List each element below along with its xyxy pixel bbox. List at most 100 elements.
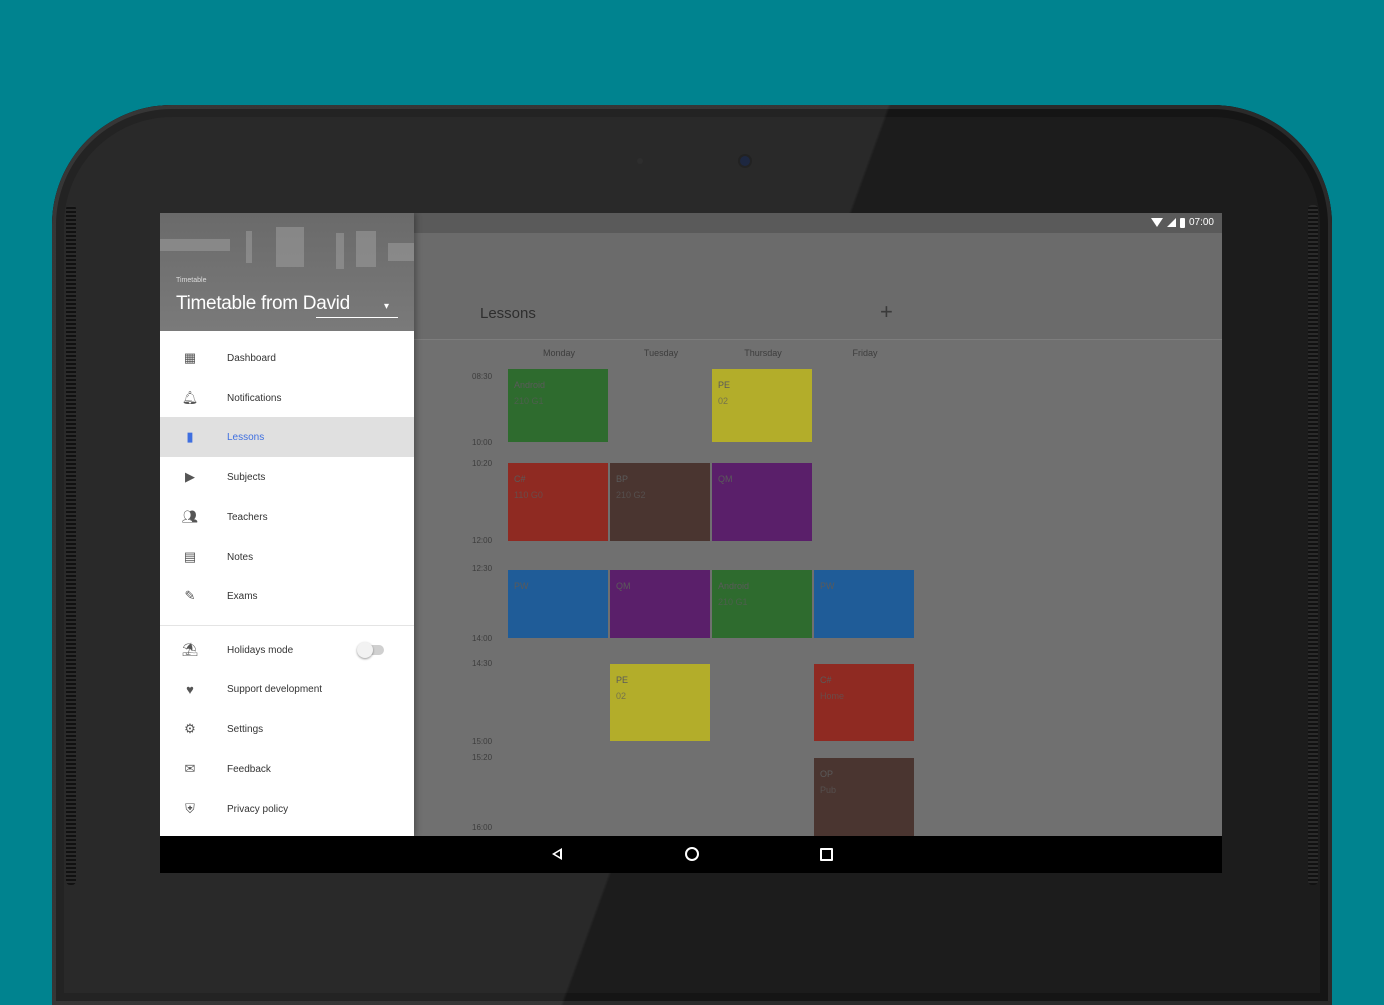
lesson-subject: PE xyxy=(616,675,629,685)
lesson-card[interactable]: Android 210 G1 xyxy=(712,570,812,638)
recent-apps-icon[interactable] xyxy=(816,844,836,864)
nav-item-label: Holidays mode xyxy=(227,644,294,656)
nav-item-feedback[interactable]: ✉ Feedback xyxy=(160,749,414,789)
time-label: 14:30 xyxy=(472,659,493,668)
nav-item-exams[interactable]: ✎ Exams xyxy=(160,576,414,616)
lesson-card[interactable]: PE 02 xyxy=(712,369,812,442)
nav-item-subjects[interactable]: ▶ Subjects xyxy=(160,457,414,497)
nav-item-label: Dashboard xyxy=(227,352,276,364)
chevron-down-icon[interactable]: ▾ xyxy=(384,301,389,312)
system-navigation-bar xyxy=(160,836,1222,873)
right-speaker xyxy=(1308,205,1318,885)
wifi-icon xyxy=(1150,218,1163,227)
header-underline xyxy=(316,317,398,318)
time-label: 12:30 xyxy=(472,564,493,573)
lesson-subject: C# xyxy=(514,474,526,484)
nav-item-label: Support development xyxy=(227,683,323,695)
nav-item-label: Notifications xyxy=(227,392,282,404)
screen: 07:00 Lessons + Monday Tuesday Thursday … xyxy=(160,213,1222,873)
header-subtitle: Timetable xyxy=(176,277,207,284)
day-header: Monday Tuesday Thursday Friday xyxy=(508,348,916,358)
nav-item-support-development[interactable]: ♥ Support development xyxy=(160,669,414,709)
header-image xyxy=(336,233,344,269)
nav-item-label: Notes xyxy=(227,551,254,563)
people-icon: 👥︎ xyxy=(181,509,199,524)
lesson-subject: QM xyxy=(718,474,733,484)
lesson-room: Pub xyxy=(820,785,837,795)
nav-item-label: Lessons xyxy=(227,431,265,443)
time-label: 10:20 xyxy=(472,459,493,468)
lesson-card[interactable]: PW xyxy=(508,570,608,638)
back-icon[interactable] xyxy=(548,844,568,864)
lesson-card[interactable]: Android 210 G1 xyxy=(508,369,608,442)
nav-item-label: Subjects xyxy=(227,471,266,483)
bell-icon: 🔔︎ xyxy=(181,390,199,405)
dashboard-icon: ▦ xyxy=(183,350,197,365)
nav-item-notifications[interactable]: 🔔︎ Notifications xyxy=(160,378,414,418)
nav-item-dashboard[interactable]: ▦ Dashboard xyxy=(160,338,414,378)
home-icon[interactable] xyxy=(682,844,702,864)
day-label: Tuesday xyxy=(643,348,679,358)
book-icon: ▮ xyxy=(186,429,194,444)
front-camera xyxy=(740,156,750,166)
time-label: 14:00 xyxy=(472,634,493,643)
nav-item-holidays-mode[interactable]: ⛱ Holidays mode xyxy=(160,630,414,670)
lesson-room: 02 xyxy=(616,691,627,701)
timetable-selector[interactable]: Timetable from David xyxy=(176,293,350,315)
lesson-subject: Android xyxy=(718,581,750,591)
lesson-subject: Android xyxy=(514,380,546,390)
page-title: Lessons xyxy=(480,305,536,322)
plus-icon[interactable]: + xyxy=(880,299,893,325)
day-label: Thursday xyxy=(744,348,782,358)
app-bar: Lessons + xyxy=(414,233,1222,340)
note-icon: ▤ xyxy=(183,549,197,564)
day-label: Friday xyxy=(852,348,878,358)
status-clock: 07:00 xyxy=(1188,217,1214,228)
lessons-screen: Lessons + Monday Tuesday Thursday Friday… xyxy=(414,233,1222,853)
header-image xyxy=(388,243,414,261)
lesson-subject: QM xyxy=(616,581,631,591)
nav-item-lessons[interactable]: ▮ Lessons xyxy=(160,417,414,457)
lesson-room: 210 G1 xyxy=(514,396,544,406)
lesson-subject: C# xyxy=(820,675,832,685)
nav-item-label: Settings xyxy=(227,723,264,735)
proximity-sensor xyxy=(637,158,643,164)
lesson-card[interactable]: PW xyxy=(814,570,914,638)
nav-item-teachers[interactable]: 👥︎ Teachers xyxy=(160,497,414,537)
time-label: 08:30 xyxy=(472,372,493,381)
header-image xyxy=(276,227,304,267)
time-label: 12:00 xyxy=(472,536,493,545)
lesson-card[interactable]: C# 110 G0 xyxy=(508,463,608,541)
nav-item-settings[interactable]: ⚙ Settings xyxy=(160,709,414,749)
header-image xyxy=(246,231,252,263)
nav-item-label: Feedback xyxy=(227,763,271,775)
pen-icon: ✎ xyxy=(184,588,196,603)
nav-item-label: Privacy policy xyxy=(227,803,289,815)
nav-item-privacy-policy[interactable]: ⛨ Privacy policy xyxy=(160,789,414,829)
lesson-room: 210 G2 xyxy=(616,490,646,500)
lesson-subject: BP xyxy=(616,474,629,484)
lesson-card[interactable]: QM xyxy=(712,463,812,541)
navigation-drawer: Timetable Timetable from David ▾ ▦ Dashb… xyxy=(160,213,414,836)
lesson-card[interactable]: BP 210 G2 xyxy=(610,463,710,541)
lesson-subject: OP xyxy=(820,769,834,779)
nav-item-notes[interactable]: ▤ Notes xyxy=(160,537,414,577)
mail-icon: ✉ xyxy=(184,761,196,776)
lesson-card[interactable]: QM xyxy=(610,570,710,638)
header-image xyxy=(160,239,230,251)
lesson-subject: PW xyxy=(514,581,529,591)
signal-icon xyxy=(1166,218,1176,227)
lesson-card[interactable]: C# Home xyxy=(814,664,914,741)
lesson-subject: PW xyxy=(820,581,835,591)
day-label: Monday xyxy=(542,348,576,358)
lesson-card[interactable]: OP Pub xyxy=(814,758,914,838)
heart-icon: ♥ xyxy=(186,681,194,697)
holidays-mode-toggle[interactable] xyxy=(357,642,384,658)
battery-icon xyxy=(1179,217,1185,228)
lesson-room: 110 G0 xyxy=(514,490,543,500)
lesson-card[interactable]: PE 02 xyxy=(610,664,710,741)
drawer-divider xyxy=(160,625,414,626)
shield-icon: ⛨ xyxy=(185,801,195,816)
nav-item-label: Teachers xyxy=(227,511,268,523)
left-speaker xyxy=(66,205,76,885)
